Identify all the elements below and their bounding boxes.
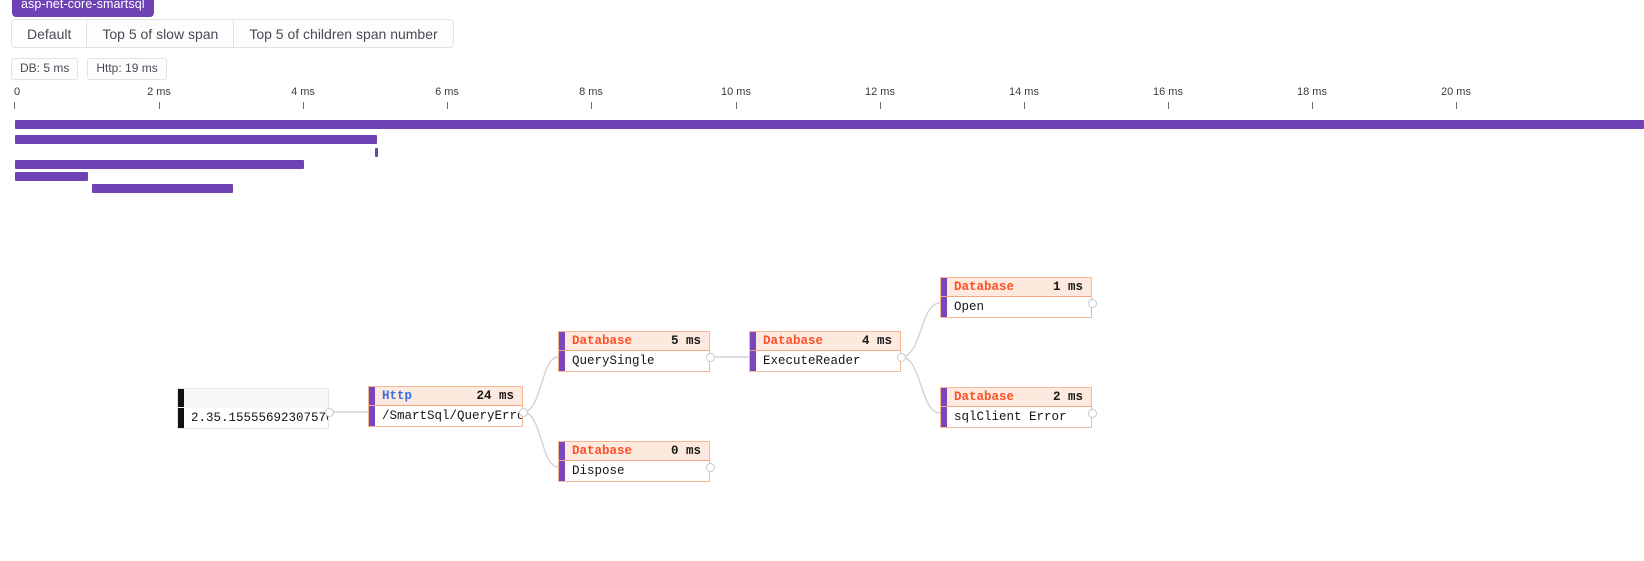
timeline-tick-label-5: 10 ms bbox=[721, 86, 751, 98]
span-node-db-open[interactable]: Database 1 ms Open bbox=[940, 277, 1092, 318]
span-node-kind-http: Http bbox=[382, 389, 413, 403]
root-out-dot[interactable] bbox=[325, 408, 334, 417]
view-mode-tab-0[interactable]: Default bbox=[12, 20, 88, 47]
edge-http-to-db-querysingle bbox=[522, 356, 559, 413]
span-node-title-db-open: Open bbox=[954, 300, 985, 314]
timeline-tick-label-7: 14 ms bbox=[1009, 86, 1039, 98]
span-node-header-db-sqlclient-error: Database 2 ms bbox=[941, 388, 1091, 407]
timeline-ruler: 0 2 ms 4 ms 6 ms 8 ms 10 ms 12 ms 14 ms 16 ms 18 … bbox=[0, 86, 1644, 114]
span-node-body-db-querysingle: QuerySingle bbox=[559, 351, 709, 371]
timeline-tick-mark-7 bbox=[1024, 102, 1025, 109]
span-node-header-root bbox=[178, 389, 328, 408]
span-node-duration-db-open: 1 ms bbox=[1052, 280, 1083, 294]
waterfall-bar-root-span-bar[interactable] bbox=[15, 120, 1644, 129]
view-mode-tab-1[interactable]: Top 5 of slow span bbox=[87, 20, 235, 47]
timeline-tick-label-10: 20 ms bbox=[1441, 86, 1471, 98]
timeline-tick-mark-4 bbox=[591, 102, 592, 109]
span-node-title-db-querysingle: QuerySingle bbox=[572, 354, 655, 368]
edge-db-executereader-to-db-open bbox=[900, 302, 941, 358]
open-out-dot[interactable] bbox=[1088, 299, 1097, 308]
span-node-duration-db-querysingle: 5 ms bbox=[670, 334, 701, 348]
span-node-kind-db-sqlclient-error: Database bbox=[954, 390, 1015, 404]
span-node-header-inner-http: Http 24 ms bbox=[375, 387, 522, 405]
edge-http-to-db-dispose bbox=[522, 411, 559, 468]
span-node-header-inner-db-sqlclient-error: Database 2 ms bbox=[947, 388, 1091, 406]
span-node-http[interactable]: Http 24 ms/SmartSql/QueryErro bbox=[368, 386, 523, 427]
span-tree-connectors bbox=[329, 302, 941, 468]
span-node-body-http: /SmartSql/QueryErro bbox=[369, 406, 522, 426]
span-node-header-inner-db-querysingle: Database 5 ms bbox=[565, 332, 709, 350]
span-node-header-db-querysingle: Database 5 ms bbox=[559, 332, 709, 351]
timeline-tick-mark-1 bbox=[159, 102, 160, 109]
waterfall-bar-db-querysingle-bar[interactable] bbox=[15, 160, 304, 169]
timeline-tick-label-4: 8 ms bbox=[579, 86, 603, 98]
span-node-kind-db-open: Database bbox=[954, 280, 1015, 294]
span-node-body-db-dispose: Dispose bbox=[559, 461, 709, 481]
timeline-tick-label-9: 18 ms bbox=[1297, 86, 1327, 98]
trace-detail-page: asp-net-core-smartsql Default Top 5 of sl… bbox=[0, 0, 1644, 561]
span-node-root[interactable]: 2.35.15555692307570 bbox=[177, 388, 329, 429]
timeline-tick-mark-2 bbox=[303, 102, 304, 109]
span-node-body-db-executereader: ExecuteReader bbox=[750, 351, 900, 371]
span-node-db-querysingle[interactable]: Database 5 ms QuerySingle bbox=[558, 331, 710, 372]
span-node-header-inner-db-open: Database 1 ms bbox=[947, 278, 1091, 296]
span-node-title-db-sqlclient-error: sqlClient Error bbox=[954, 410, 1067, 424]
span-node-header-inner-db-dispose: Database 0 ms bbox=[565, 442, 709, 460]
span-node-duration-db-sqlclient-error: 2 ms bbox=[1052, 390, 1083, 404]
span-node-header-db-open: Database 1 ms bbox=[941, 278, 1091, 297]
span-node-kind-db-querysingle: Database bbox=[572, 334, 633, 348]
timeline-tick-label-2: 4 ms bbox=[291, 86, 315, 98]
timeline-tick-mark-9 bbox=[1312, 102, 1313, 109]
timeline-tick-mark-3 bbox=[447, 102, 448, 109]
span-node-header-http: Http 24 ms bbox=[369, 387, 522, 406]
span-node-title-root: 2.35.15555692307570 bbox=[191, 411, 328, 425]
span-node-header-db-dispose: Database 0 ms bbox=[559, 442, 709, 461]
span-node-db-sqlclient-error[interactable]: Database 2 ms sqlClient Error bbox=[940, 387, 1092, 428]
span-node-duration-db-executereader: 4 ms bbox=[861, 334, 892, 348]
span-node-header-db-executereader: Database 4 ms bbox=[750, 332, 900, 351]
span-node-db-dispose[interactable]: Database 0 ms Dispose bbox=[558, 441, 710, 482]
sqlclient-error-out-dot[interactable] bbox=[1088, 409, 1097, 418]
timeline-tick-label-8: 16 ms bbox=[1153, 86, 1183, 98]
span-node-title-http: /SmartSql/QueryErro bbox=[382, 409, 522, 423]
span-node-title-db-dispose: Dispose bbox=[572, 464, 625, 478]
http-out-dot[interactable] bbox=[519, 408, 528, 417]
span-node-kind-db-dispose: Database bbox=[572, 444, 633, 458]
timeline-tick-label-6: 12 ms bbox=[865, 86, 895, 98]
span-node-duration-db-dispose: 0 ms bbox=[670, 444, 701, 458]
span-node-body-db-open: Open bbox=[941, 297, 1091, 317]
span-node-kind-db-executereader: Database bbox=[763, 334, 824, 348]
timeline-tick-mark-6 bbox=[880, 102, 881, 109]
timeline-tick-mark-0 bbox=[14, 102, 15, 109]
timeline-tick-label-0: 0 bbox=[14, 86, 21, 98]
waterfall-bar-db-open-bar[interactable] bbox=[92, 184, 233, 193]
span-node-body-db-sqlclient-error: sqlClient Error bbox=[941, 407, 1091, 427]
timeline-tick-mark-10 bbox=[1456, 102, 1457, 109]
span-node-title-db-executereader: ExecuteReader bbox=[763, 354, 861, 368]
waterfall-bar-db-executereader-bar[interactable] bbox=[15, 172, 88, 181]
view-mode-tab-2[interactable]: Top 5 of children span number bbox=[234, 20, 453, 47]
span-node-body-root: 2.35.15555692307570 bbox=[178, 408, 328, 428]
waterfall-bar-http-span-bar[interactable] bbox=[15, 135, 377, 144]
span-node-header-inner-root bbox=[184, 389, 328, 407]
timeline-tick-mark-5 bbox=[736, 102, 737, 109]
timeline-tick-mark-8 bbox=[1168, 102, 1169, 109]
stat-pill-0[interactable]: DB: 5 ms bbox=[11, 58, 79, 80]
waterfall-bar-http-span-tick-bar[interactable] bbox=[375, 148, 378, 157]
span-node-header-inner-db-executereader: Database 4 ms bbox=[756, 332, 900, 350]
view-mode-tabs: Default Top 5 of slow span Top 5 of childr… bbox=[11, 19, 454, 48]
executereader-out-dot[interactable] bbox=[897, 353, 906, 362]
timeline-tick-label-1: 2 ms bbox=[147, 86, 171, 98]
querysingle-out-dot[interactable] bbox=[706, 353, 715, 362]
span-node-db-executereader[interactable]: Database 4 ms ExecuteReader bbox=[749, 331, 901, 372]
edge-db-executereader-to-db-sqlclient-error bbox=[900, 356, 941, 414]
span-node-duration-http: 24 ms bbox=[476, 389, 514, 403]
timeline-tick-label-3: 6 ms bbox=[435, 86, 459, 98]
service-badge: asp-net-core-smartsql bbox=[12, 0, 154, 17]
stat-pill-row: DB: 5 ms Http: 19 ms bbox=[11, 58, 167, 80]
stat-pill-1[interactable]: Http: 19 ms bbox=[87, 58, 167, 80]
dispose-out-dot[interactable] bbox=[706, 463, 715, 472]
